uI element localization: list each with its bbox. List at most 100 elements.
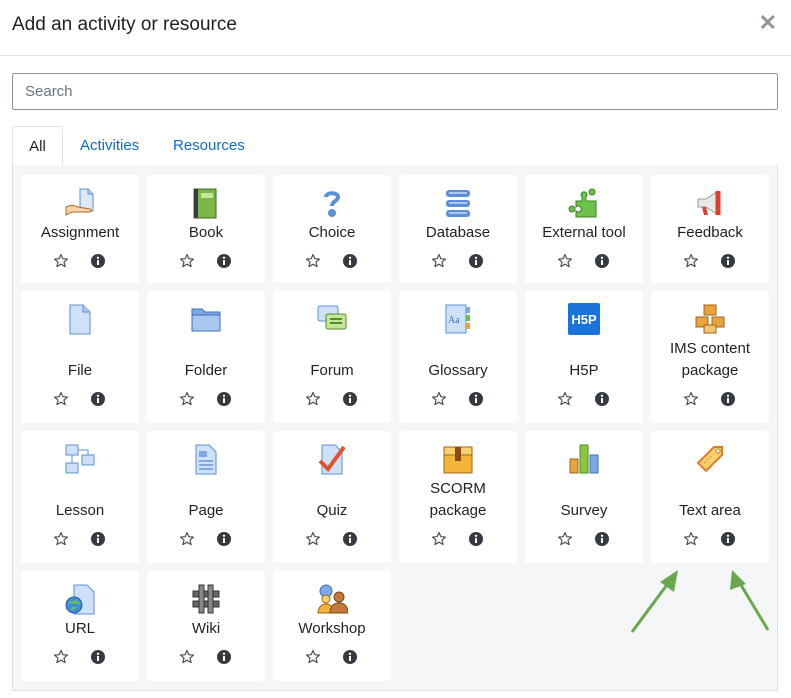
h5p-icon: H5P — [568, 303, 600, 335]
tab-all[interactable]: All — [12, 126, 63, 166]
star-icon[interactable] — [557, 253, 573, 269]
info-icon[interactable] — [469, 392, 483, 406]
info-icon[interactable] — [343, 254, 357, 268]
ims-package-icon — [694, 303, 726, 335]
module-card-url[interactable]: URL — [21, 571, 139, 681]
info-icon[interactable] — [91, 532, 105, 546]
info-icon[interactable] — [595, 254, 609, 268]
info-icon[interactable] — [595, 532, 609, 546]
module-card-page[interactable]: Page — [147, 431, 265, 563]
star-icon[interactable] — [53, 391, 69, 407]
module-card-forum[interactable]: Forum — [273, 291, 391, 423]
search-input[interactable] — [12, 73, 778, 110]
info-icon[interactable] — [469, 254, 483, 268]
module-name: Glossary — [428, 362, 488, 379]
module-card-book[interactable]: Book — [147, 175, 265, 283]
module-card-choice[interactable]: Choice — [273, 175, 391, 283]
tab-resources[interactable]: Resources — [173, 126, 245, 166]
star-icon[interactable] — [683, 391, 699, 407]
info-icon[interactable] — [91, 650, 105, 664]
module-card-h5p[interactable]: H5P H5P — [525, 291, 643, 423]
star-icon[interactable] — [305, 649, 321, 665]
module-name: Folder — [184, 362, 228, 379]
module-name: Workshop — [298, 620, 366, 637]
choice-icon — [316, 187, 348, 219]
book-icon — [190, 187, 222, 219]
info-icon[interactable] — [721, 254, 735, 268]
feedback-icon — [694, 187, 726, 219]
file-icon — [64, 303, 96, 335]
dialog-title: Add an activity or resource — [12, 14, 237, 35]
module-name: Survey — [560, 502, 608, 519]
lesson-icon — [64, 443, 96, 475]
module-name: Feedback — [677, 224, 743, 241]
star-icon[interactable] — [431, 531, 447, 547]
dialog-header: Add an activity or resource ✕ — [0, 0, 791, 56]
module-card-workshop[interactable]: Workshop — [273, 571, 391, 681]
module-card-database[interactable]: Database — [399, 175, 517, 283]
info-icon[interactable] — [91, 254, 105, 268]
module-card-ims-package[interactable]: IMS content package — [651, 291, 769, 423]
tab-activities[interactable]: Activities — [80, 126, 139, 166]
star-icon[interactable] — [53, 531, 69, 547]
info-icon[interactable] — [343, 532, 357, 546]
module-card-lesson[interactable]: Lesson — [21, 431, 139, 563]
star-icon[interactable] — [179, 391, 195, 407]
module-card-quiz[interactable]: Quiz — [273, 431, 391, 563]
info-icon[interactable] — [343, 392, 357, 406]
star-icon[interactable] — [305, 531, 321, 547]
star-icon[interactable] — [305, 253, 321, 269]
star-icon[interactable] — [179, 649, 195, 665]
page-icon — [190, 443, 222, 475]
module-name: Lesson — [55, 502, 105, 519]
module-card-file[interactable]: File — [21, 291, 139, 423]
star-icon[interactable] — [683, 253, 699, 269]
text-area-icon — [694, 443, 726, 475]
module-name: Assignment — [40, 224, 120, 241]
module-card-text-area[interactable]: Text area — [651, 431, 769, 563]
info-icon[interactable] — [469, 532, 483, 546]
module-name: URL — [64, 620, 95, 637]
tab-bar: All Activities Resources — [12, 126, 778, 166]
module-name: SCORM package — [429, 480, 487, 519]
close-icon[interactable]: ✕ — [759, 10, 777, 36]
module-name: Wiki — [191, 620, 221, 637]
star-icon[interactable] — [179, 531, 195, 547]
star-icon[interactable] — [53, 649, 69, 665]
info-icon[interactable] — [217, 650, 231, 664]
folder-icon — [190, 303, 222, 335]
external-tool-icon — [568, 187, 600, 219]
module-name: H5P — [569, 362, 599, 379]
module-name: File — [67, 362, 93, 379]
module-card-scorm[interactable]: SCORM package — [399, 431, 517, 563]
module-card-external-tool[interactable]: External tool — [525, 175, 643, 283]
module-card-survey[interactable]: Survey — [525, 431, 643, 563]
info-icon[interactable] — [217, 392, 231, 406]
module-name: Choice — [308, 224, 356, 241]
info-icon[interactable] — [721, 392, 735, 406]
star-icon[interactable] — [557, 531, 573, 547]
star-icon[interactable] — [179, 253, 195, 269]
info-icon[interactable] — [343, 650, 357, 664]
module-card-folder[interactable]: Folder — [147, 291, 265, 423]
star-icon[interactable] — [305, 391, 321, 407]
star-icon[interactable] — [683, 531, 699, 547]
svg-text:Aa: Aa — [448, 315, 460, 326]
module-name: Forum — [310, 362, 354, 379]
star-icon[interactable] — [431, 391, 447, 407]
module-card-wiki[interactable]: Wiki — [147, 571, 265, 681]
scorm-icon — [442, 443, 474, 475]
module-card-glossary[interactable]: Aa Glossary — [399, 291, 517, 423]
info-icon[interactable] — [595, 392, 609, 406]
info-icon[interactable] — [91, 392, 105, 406]
module-name: Book — [188, 224, 224, 241]
star-icon[interactable] — [53, 253, 69, 269]
forum-icon — [316, 303, 348, 335]
module-card-assignment[interactable]: Assignment — [21, 175, 139, 283]
star-icon[interactable] — [557, 391, 573, 407]
info-icon[interactable] — [217, 254, 231, 268]
module-card-feedback[interactable]: Feedback — [651, 175, 769, 283]
info-icon[interactable] — [217, 532, 231, 546]
info-icon[interactable] — [721, 532, 735, 546]
star-icon[interactable] — [431, 253, 447, 269]
